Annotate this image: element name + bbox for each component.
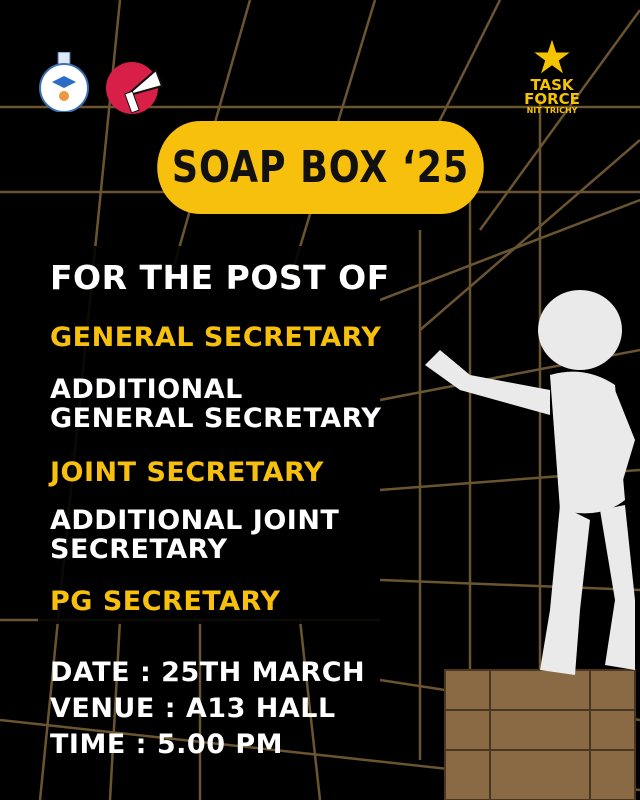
post-item: JOINT SECRETARY bbox=[50, 457, 324, 488]
presenter-figure-on-crate bbox=[425, 290, 636, 800]
post-item: ADDITIONAL JOINT SECRETARY bbox=[50, 505, 340, 565]
post-item: ADDITIONAL GENERAL SECRETARY bbox=[50, 374, 382, 434]
event-title: SOAP BOX ‘25 bbox=[157, 121, 484, 214]
post-item: PG SECRETARY bbox=[50, 586, 281, 617]
posts-panel bbox=[38, 246, 380, 624]
task-force-logo: ★ TASK FORCE NIT TRICHY bbox=[520, 30, 584, 115]
megaphone-logo bbox=[106, 62, 164, 114]
posts-heading: FOR THE POST OF bbox=[50, 258, 390, 297]
event-time: TIME : 5.00 PM bbox=[50, 729, 284, 760]
event-date: DATE : 25TH MARCH bbox=[50, 657, 366, 688]
event-venue: VENUE : A13 HALL bbox=[50, 693, 336, 724]
star-icon: ★ bbox=[531, 30, 573, 84]
event-details: DATE : 25TH MARCH VENUE : A13 HALL TIME … bbox=[50, 655, 365, 763]
institute-emblem-logo bbox=[39, 52, 89, 112]
post-item: GENERAL SECRETARY bbox=[50, 322, 382, 353]
